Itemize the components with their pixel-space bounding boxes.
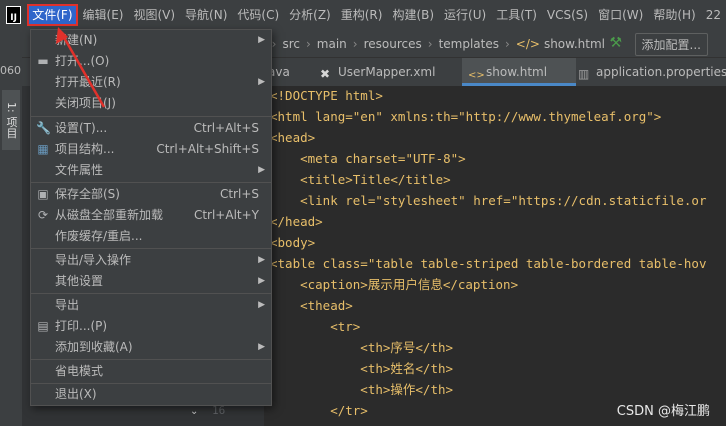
- code-line: <th>操作</th>: [270, 382, 454, 397]
- properties-file-icon: ▥: [578, 67, 590, 81]
- menu-refactor[interactable]: 重构(R): [336, 4, 388, 26]
- menu-analyze[interactable]: 分析(Z): [284, 4, 336, 26]
- menu-tools[interactable]: 工具(T): [491, 4, 542, 26]
- xml-file-icon: ✖: [320, 67, 331, 81]
- menu-separator: [31, 182, 271, 183]
- code-line: <html lang="en" xmlns:th="http://www.thy…: [270, 109, 662, 124]
- submenu-arrow-icon: ▶: [258, 35, 265, 45]
- menu-bar: IJ 文件(F) 编辑(E) 视图(V) 导航(N) 代码(C) 分析(Z) 重…: [0, 0, 726, 30]
- menu-run[interactable]: 运行(U): [439, 4, 491, 26]
- menu-item-file-properties[interactable]: 文件属性 ▶: [31, 160, 271, 181]
- menu-item-project-structure[interactable]: ▦ 项目结构... Ctrl+Alt+Shift+S: [31, 139, 271, 160]
- menu-item-open-recent[interactable]: 打开最近(R) ▶: [31, 72, 271, 93]
- menu-build[interactable]: 构建(B): [387, 4, 439, 26]
- breadcrumb-file[interactable]: show.html: [542, 37, 607, 51]
- menu-item-close-project[interactable]: 关闭项目(J): [31, 93, 271, 114]
- file-menu-dropdown: 新建(N) ▶ ▬ 打开...(O) 打开最近(R) ▶ 关闭项目(J) 🔧 设…: [30, 29, 272, 406]
- folder-icon: ▬: [37, 54, 49, 68]
- submenu-arrow-icon: ▶: [258, 342, 265, 352]
- code-line: </tr>: [270, 403, 368, 418]
- reload-icon: ⟳: [37, 208, 49, 222]
- tab-java[interactable]: ava: [268, 58, 328, 86]
- left-tool-stripe: 06011 1: 项目: [0, 30, 35, 426]
- tab-label: application.properties: [596, 65, 726, 79]
- menu-item-power-save-mode[interactable]: 省电模式: [31, 361, 271, 382]
- menu-view[interactable]: 视图(V): [128, 4, 180, 26]
- code-line: <th>姓名</th>: [270, 361, 454, 376]
- chevron-right-icon: ›: [352, 36, 358, 51]
- menu-item-invalidate-caches[interactable]: 作废缓存/重启...: [31, 226, 271, 247]
- html-file-icon: <>: [468, 70, 485, 81]
- breadcrumb-templates[interactable]: templates: [437, 37, 501, 51]
- html-file-icon: </>: [515, 36, 540, 51]
- save-icon: ▣: [37, 187, 49, 201]
- intellij-logo-icon: IJ: [6, 6, 22, 24]
- submenu-arrow-icon: ▶: [258, 165, 265, 175]
- menu-item-export[interactable]: 导出 ▶: [31, 295, 271, 316]
- csdn-watermark: CSDN @梅江鹏: [616, 404, 710, 419]
- submenu-arrow-icon: ▶: [258, 255, 265, 265]
- breadcrumb-resources[interactable]: resources: [362, 37, 424, 51]
- menu-separator: [31, 293, 271, 294]
- build-hammer-icon[interactable]: ⚒: [609, 35, 622, 51]
- menu-item-export-import[interactable]: 导出/导入操作 ▶: [31, 250, 271, 271]
- submenu-arrow-icon: ▶: [258, 300, 265, 310]
- code-line: <!DOCTYPE html>: [270, 88, 383, 103]
- code-line: <meta charset="UTF-8">: [270, 151, 466, 166]
- menu-item-print[interactable]: ▤ 打印...(P): [31, 316, 271, 337]
- project-structure-icon: ▦: [37, 142, 49, 156]
- chevron-right-icon: ›: [504, 36, 510, 51]
- code-line: <head>: [270, 130, 316, 145]
- code-line: <table class="table table-striped table-…: [270, 256, 707, 271]
- menu-edit[interactable]: 编辑(E): [78, 4, 129, 26]
- menu-item-reload-from-disk[interactable]: ⟳ 从磁盘全部重新加载 Ctrl+Alt+Y: [31, 205, 271, 226]
- menu-code[interactable]: 代码(C): [232, 4, 284, 26]
- project-name-fragment: 22: [705, 8, 721, 22]
- menu-separator: [31, 116, 271, 117]
- code-line: <caption>展示用户信息</caption>: [270, 277, 519, 292]
- menu-item-exit[interactable]: 退出(X): [31, 384, 271, 405]
- menu-file[interactable]: 文件(F): [27, 4, 78, 26]
- project-tool-button[interactable]: 1: 项目: [2, 90, 20, 150]
- breadcrumb-main[interactable]: main: [315, 37, 349, 51]
- chevron-down-icon[interactable]: ⌄: [190, 406, 198, 417]
- menu-item-open[interactable]: ▬ 打开...(O): [31, 51, 271, 72]
- add-configuration-button[interactable]: 添加配置...: [634, 33, 708, 56]
- chevron-right-icon: ›: [305, 36, 311, 51]
- menu-separator: [31, 248, 271, 249]
- print-icon: ▤: [37, 319, 49, 333]
- menu-separator: [31, 359, 271, 360]
- chevron-right-icon: ›: [427, 36, 433, 51]
- code-line: <title>Title</title>: [270, 172, 451, 187]
- code-line: <thead>: [270, 298, 353, 313]
- code-line: <tr>: [270, 319, 361, 334]
- wrench-icon: 🔧: [36, 121, 51, 135]
- tab-label: UserMapper.xml: [338, 65, 436, 79]
- tab-application-properties[interactable]: ▥ application.properties: [578, 58, 726, 86]
- menu-item-add-to-favorites[interactable]: 添加到收藏(A) ▶: [31, 337, 271, 358]
- menu-item-settings[interactable]: 🔧 设置(T)... Ctrl+Alt+S: [31, 118, 271, 139]
- code-line: </head>: [270, 214, 323, 229]
- submenu-arrow-icon: ▶: [258, 77, 265, 87]
- tab-label: show.html: [486, 65, 548, 79]
- menu-window[interactable]: 窗口(W): [593, 4, 648, 26]
- code-line: <link rel="stylesheet" href="https://cdn…: [270, 193, 707, 208]
- menu-help[interactable]: 帮助(H): [648, 4, 700, 26]
- submenu-arrow-icon: ▶: [258, 276, 265, 286]
- menu-item-other-settings[interactable]: 其他设置 ▶: [31, 271, 271, 292]
- menu-vcs[interactable]: VCS(S): [542, 4, 593, 26]
- menu-item-new[interactable]: 新建(N) ▶: [31, 30, 271, 51]
- menu-item-save-all[interactable]: ▣ 保存全部(S) Ctrl+S: [31, 184, 271, 205]
- menu-navigate[interactable]: 导航(N): [180, 4, 232, 26]
- code-line: <th>序号</th>: [270, 340, 454, 355]
- code-line: <body>: [270, 235, 316, 250]
- breadcrumb-src[interactable]: src: [280, 37, 302, 51]
- tab-usermapper-xml[interactable]: ✖ UserMapper.xml: [320, 58, 460, 86]
- tab-show-html[interactable]: <>show.html: [462, 58, 576, 86]
